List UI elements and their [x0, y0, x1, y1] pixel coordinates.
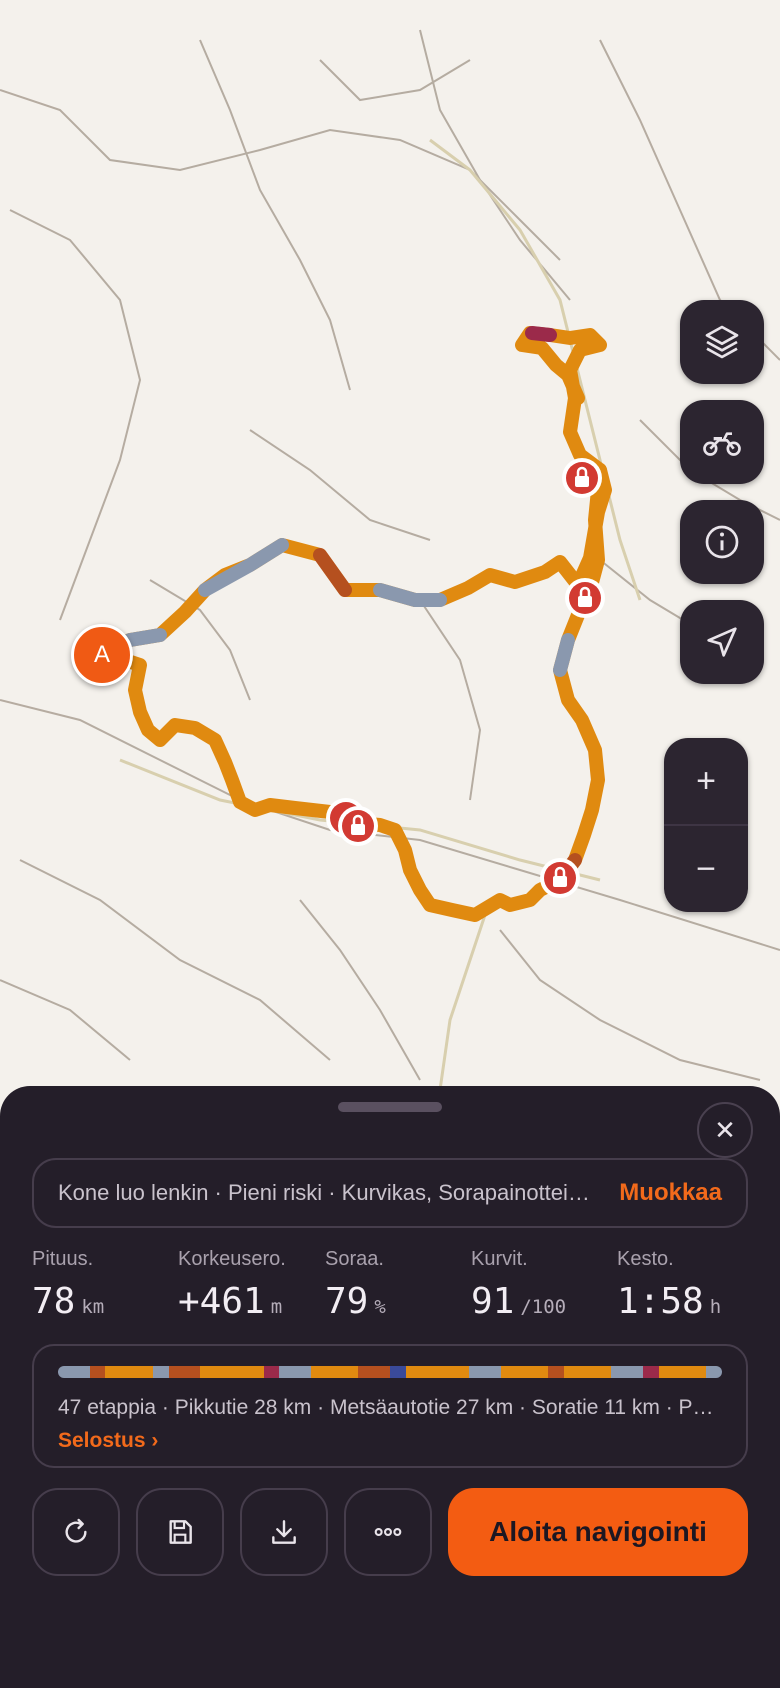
download-button[interactable]: [240, 1488, 328, 1576]
route-summary[interactable]: Kone luo lenkin · Pieni riski · Kurvikas…: [32, 1158, 748, 1228]
stat-curves: Kurvit. 91/100: [471, 1248, 566, 1322]
edit-button[interactable]: Muokkaa: [619, 1179, 722, 1207]
stat-value: 91: [471, 1281, 515, 1322]
segments-bar: [58, 1366, 722, 1378]
map-view[interactable]: A: [0, 0, 780, 1100]
layers-icon: [705, 325, 739, 359]
close-button[interactable]: ✕: [697, 1102, 753, 1158]
stat-value: 78: [32, 1281, 76, 1322]
stat-gravel: Soraa. 79%: [325, 1248, 386, 1322]
stat-unit: %: [374, 1296, 386, 1318]
sheet-grabber[interactable]: [338, 1102, 442, 1112]
stat-label: Kurvit.: [471, 1248, 528, 1270]
stat-value: +461: [178, 1281, 265, 1322]
start-navigation-button[interactable]: Aloita navigointi: [448, 1488, 748, 1576]
refresh-icon: [65, 1518, 87, 1543]
action-bar: Aloita navigointi: [32, 1488, 748, 1578]
stat-label: Kesto.: [617, 1248, 674, 1270]
layers-button[interactable]: [680, 300, 764, 384]
stat-unit: /100: [520, 1296, 567, 1318]
start-marker[interactable]: A: [71, 624, 133, 686]
stat-value: 79: [325, 1281, 369, 1322]
stat-value: 1:58: [617, 1281, 704, 1322]
motorbike-icon: [703, 432, 741, 456]
stat-label: Korkeusero.: [178, 1248, 286, 1270]
stat-unit: m: [270, 1296, 283, 1318]
locate-button[interactable]: [680, 600, 764, 684]
info-icon: [705, 525, 739, 559]
vehicle-mode-button[interactable]: [680, 400, 764, 484]
stat-duration: Kesto. 1:58 h: [617, 1248, 721, 1322]
route-stats: Pituus. 78 km Korkeusero. +461 m Soraa. 79…: [32, 1248, 752, 1328]
segments-text: 47 etappia · Pikkutie 28 km · Metsäautot…: [58, 1396, 714, 1419]
segments-panel[interactable]: 47 etappia · Pikkutie 28 km · Metsäautot…: [32, 1344, 748, 1468]
stat-label: Pituus.: [32, 1248, 94, 1270]
navigation-arrow-icon: [707, 627, 737, 657]
save-icon: [169, 1520, 192, 1544]
map-canvas[interactable]: [0, 0, 780, 1100]
zoom-in-button[interactable]: +: [664, 738, 748, 824]
route-sheet: ✕ Kone luo lenkin · Pieni riski · Kurvik…: [0, 1086, 780, 1688]
summary-text: Kone luo lenkin · Pieni riski · Kurvikas…: [58, 1180, 602, 1205]
stat-unit: km: [81, 1296, 105, 1318]
stat-unit: h: [709, 1296, 722, 1318]
segments-details-link[interactable]: Selostus ›: [58, 1429, 158, 1453]
stat-label: Soraa.: [325, 1248, 384, 1270]
zoom-out-button[interactable]: −: [664, 826, 748, 912]
download-icon: [272, 1520, 296, 1544]
save-button[interactable]: [136, 1488, 224, 1576]
stat-length: Pituus. 78 km: [32, 1248, 104, 1322]
zoom-control: + −: [664, 738, 748, 912]
more-icon: [374, 1528, 402, 1537]
stat-elevation: Korkeusero. +461 m: [178, 1248, 286, 1322]
reroute-button[interactable]: [32, 1488, 120, 1576]
info-button[interactable]: [680, 500, 764, 584]
more-button[interactable]: [344, 1488, 432, 1576]
